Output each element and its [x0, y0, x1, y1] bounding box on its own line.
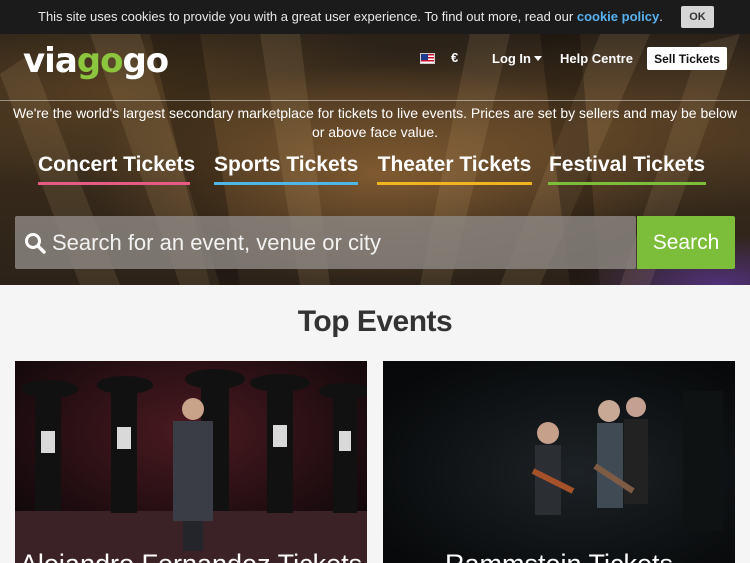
sports-tickets-label: Sports Tickets	[214, 153, 359, 176]
us-flag-icon[interactable]	[420, 53, 435, 64]
theater-tickets-label: Theater Tickets	[377, 153, 532, 176]
viagogo-logo[interactable]: viagogo	[23, 41, 169, 81]
search-input[interactable]	[52, 216, 632, 269]
chevron-down-icon[interactable]	[534, 56, 542, 61]
event-caption[interactable]: Alejandro Fernandez Tickets	[15, 549, 367, 563]
search-button[interactable]: Search	[637, 216, 735, 269]
theater-tickets-link[interactable]: Theater Tickets	[377, 153, 532, 185]
sports-tickets-link[interactable]: Sports Tickets	[214, 153, 358, 185]
top-events-title: Top Events	[297, 305, 453, 338]
cookie-period: .	[659, 9, 663, 24]
event-card-alejandro[interactable]: Alejandro Fernandez Tickets	[15, 361, 367, 563]
concert-tickets-link[interactable]: Concert Tickets	[38, 153, 195, 185]
sell-tickets-button[interactable]: Sell Tickets	[647, 47, 727, 70]
header-divider	[0, 100, 750, 101]
top-nav: viagogo € Log In Help Centre Sell Ticket…	[0, 34, 750, 100]
help-centre-link[interactable]: Help Centre	[560, 51, 633, 66]
event-image	[383, 361, 735, 563]
sports-underline	[214, 182, 358, 185]
festival-underline	[548, 182, 706, 185]
currency-selector[interactable]: €	[451, 50, 458, 65]
event-card-rammstein[interactable]: Rammstein Tickets	[383, 361, 735, 563]
logo-text-go: go	[76, 41, 124, 81]
festival-tickets-link[interactable]: Festival Tickets	[548, 153, 706, 185]
logo-text-go-end: go	[122, 41, 169, 81]
login-link[interactable]: Log In	[492, 51, 531, 66]
concert-tickets-label: Concert Tickets	[38, 153, 196, 176]
hero-tagline: We're the world's largest secondary mark…	[12, 105, 738, 140]
cookie-banner: This site uses cookies to provide you wi…	[0, 0, 750, 34]
event-image	[15, 361, 367, 563]
logo-text-via: via	[23, 41, 78, 81]
concert-underline	[38, 182, 190, 185]
cookie-policy-link[interactable]: cookie policy	[577, 9, 659, 24]
theater-underline	[377, 182, 532, 185]
cookie-ok-button[interactable]: OK	[681, 6, 714, 28]
cookie-message: This site uses cookies to provide you wi…	[38, 9, 663, 24]
event-caption[interactable]: Rammstein Tickets	[383, 549, 735, 563]
hero-banner: viagogo € Log In Help Centre Sell Ticket…	[0, 34, 750, 285]
cookie-text: This site uses cookies to provide you wi…	[38, 9, 574, 24]
search-icon	[25, 233, 46, 254]
festival-tickets-label: Festival Tickets	[548, 153, 706, 176]
